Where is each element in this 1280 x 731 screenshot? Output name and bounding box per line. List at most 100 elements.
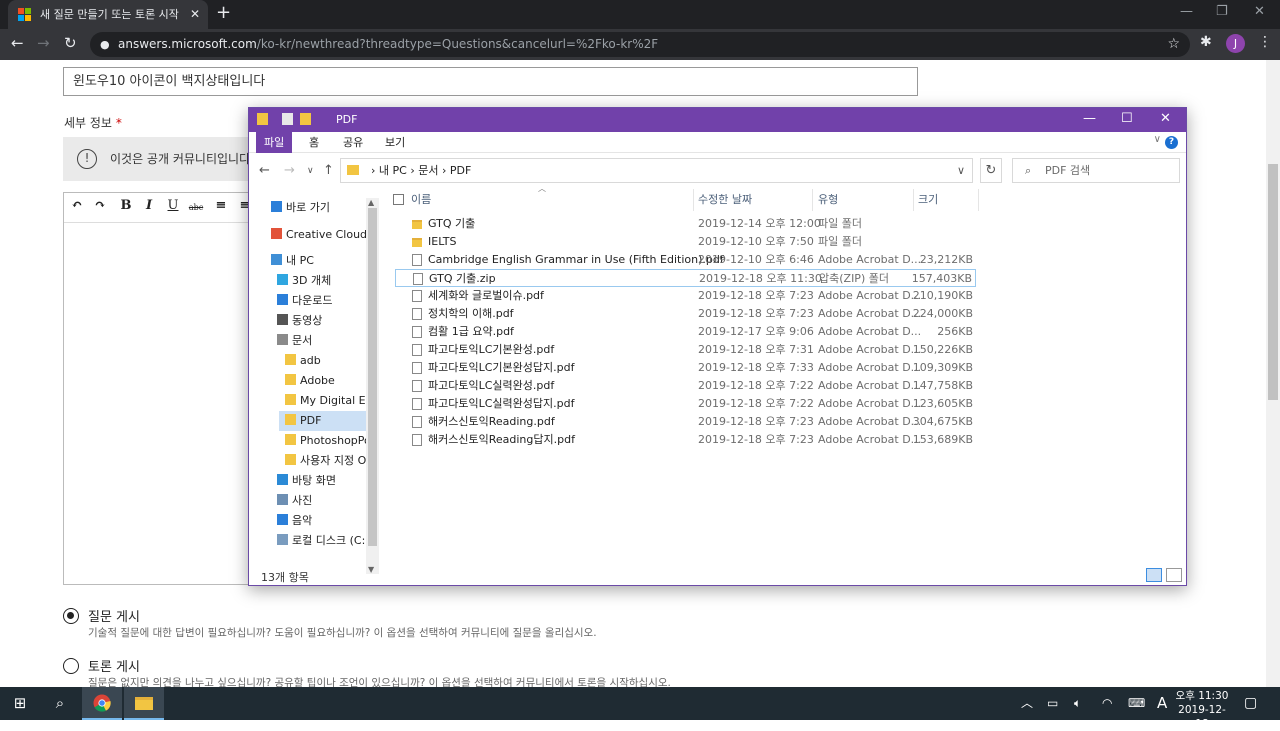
help-icon[interactable]: ? — [1165, 136, 1178, 149]
browser-tab[interactable]: 새 질문 만들기 또는 토론 시작 ✕ — [8, 0, 208, 29]
new-folder-icon[interactable] — [300, 113, 311, 125]
nav-scrollbar[interactable]: ▲ ▼ — [366, 198, 379, 574]
browser-menu-icon[interactable]: ⋮ — [1258, 34, 1272, 50]
page-scroll-thumb[interactable] — [1268, 164, 1278, 400]
recent-locations-icon[interactable]: ∨ — [307, 166, 314, 176]
start-windows-icon[interactable]: ⊞ — [0, 687, 40, 720]
file-row[interactable]: 해커스신토익Reading답지.pdf 2019-12-18 오후 7:23 Ado… — [395, 431, 976, 449]
nav-item[interactable]: 사용자 지정 O — [285, 451, 366, 471]
rich-text-editor[interactable]: ↶ ↷ B I U abc ≡ ≡ — [63, 192, 264, 585]
explorer-search-box[interactable]: ⌕ PDF 검색 — [1012, 158, 1180, 183]
maximize-window-icon[interactable]: ❐ — [1216, 4, 1228, 19]
tab-view[interactable]: 보기 — [377, 132, 413, 153]
post-discussion-radio[interactable] — [63, 658, 79, 674]
column-name[interactable]: 이름 — [411, 189, 431, 211]
nav-item[interactable]: 문서 — [277, 331, 312, 351]
nav-scroll-thumb[interactable] — [368, 208, 377, 546]
file-explorer-taskbar-icon[interactable] — [124, 687, 164, 720]
close-window-icon[interactable]: ✕ — [1254, 4, 1265, 19]
scroll-up-icon[interactable]: ▲ — [368, 198, 374, 207]
underline-button[interactable]: U — [162, 198, 184, 218]
explorer-title-bar[interactable]: PDF — ☐ ✕ — [249, 108, 1186, 132]
network-icon[interactable]: ◠ — [1102, 687, 1112, 720]
file-row[interactable]: 정치학의 이해.pdf 2019-12-18 오후 7:23 Adobe Acrob… — [395, 305, 976, 323]
column-type[interactable]: 유형 — [818, 189, 838, 211]
back-icon[interactable]: ← — [259, 163, 270, 178]
undo-button[interactable]: ↶ — [66, 198, 88, 218]
maximize-icon[interactable]: ☐ — [1121, 111, 1133, 126]
bookmark-star-icon[interactable]: ☆ — [1167, 32, 1180, 57]
nav-item[interactable]: 3D 개체 — [277, 271, 331, 291]
column-date[interactable]: 수정한 날짜 — [698, 189, 752, 211]
italic-button[interactable]: I — [138, 198, 160, 218]
close-icon[interactable]: ✕ — [1160, 111, 1171, 126]
tab-close-icon[interactable]: ✕ — [190, 0, 200, 29]
align-left-button[interactable]: ≡ — [210, 198, 232, 218]
file-row[interactable]: 파고다토익LC기본완성답지.pdf 2019-12-18 오후 7:33 Adobe… — [395, 359, 976, 377]
question-title-input[interactable]: 윈도우10 아이콘이 백지상태입니다 — [63, 67, 918, 96]
minimize-window-icon[interactable]: — — [1180, 4, 1193, 19]
nav-item[interactable]: 로컬 디스크 (C:) — [277, 531, 370, 551]
tab-home[interactable]: 홈 — [301, 132, 327, 153]
extensions-puzzle-icon[interactable]: ✱ — [1200, 34, 1212, 50]
nav-item[interactable]: My Digital Edi — [285, 391, 376, 411]
column-divider[interactable] — [812, 189, 813, 211]
nav-item[interactable]: 다운로드 — [277, 291, 332, 311]
ime-indicator[interactable]: A — [1157, 687, 1167, 720]
bold-button[interactable]: B — [115, 198, 137, 218]
nav-item[interactable]: 동영상 — [277, 311, 322, 331]
new-tab-button[interactable]: + — [216, 2, 231, 23]
up-icon[interactable]: ↑ — [323, 163, 334, 178]
refresh-icon[interactable]: ↻ — [980, 158, 1002, 183]
select-all-checkbox[interactable] — [393, 194, 404, 205]
file-row[interactable]: Cambridge English Grammar in Use (Fifth … — [395, 251, 976, 269]
nav-item[interactable]: Creative Cloud Fi — [271, 225, 379, 245]
search-icon[interactable]: ⌕ — [41, 687, 79, 720]
tab-share[interactable]: 공유 — [335, 132, 371, 153]
breadcrumb-this-pc[interactable]: 내 PC — [379, 164, 407, 177]
volume-icon[interactable]: 🔈︎ — [1074, 687, 1081, 720]
forward-icon[interactable]: → — [37, 34, 50, 52]
file-row[interactable]: 세계화와 글로벌이슈.pdf 2019-12-18 오후 7:23 Adobe Ac… — [395, 287, 976, 305]
file-row[interactable]: 컴활 1급 요약.pdf 2019-12-17 오후 9:06 Adobe Acro… — [395, 323, 976, 341]
battery-icon[interactable]: ▭ — [1047, 687, 1058, 720]
show-hidden-icons-icon[interactable]: ︿ — [1021, 687, 1033, 720]
explorer-address-bar[interactable]: › 내 PC › 문서 › PDF ∨ — [340, 158, 973, 183]
column-divider[interactable] — [913, 189, 914, 211]
reload-icon[interactable]: ↻ — [64, 34, 77, 52]
nav-item[interactable]: 바탕 화면 — [277, 471, 336, 491]
chrome-icon[interactable] — [82, 687, 122, 720]
nav-item[interactable]: 내 PC — [271, 251, 314, 271]
column-divider[interactable] — [978, 189, 979, 211]
file-row[interactable]: 파고다토익LC실력완성답지.pdf 2019-12-18 오후 7:22 Adobe… — [395, 395, 976, 413]
system-clock[interactable]: 오후 11:30 2019-12-18 — [1172, 689, 1232, 731]
page-scrollbar[interactable] — [1266, 60, 1280, 687]
file-row[interactable]: 파고다토익LC기본완성.pdf 2019-12-18 오후 7:31 Adobe A… — [395, 341, 976, 359]
nav-item[interactable]: 사진 — [277, 491, 312, 511]
details-view-icon[interactable] — [1146, 568, 1162, 582]
minimize-icon[interactable]: — — [1083, 111, 1096, 126]
nav-item[interactable]: adb — [285, 351, 321, 371]
ribbon-expand-icon[interactable]: ∨ — [1154, 134, 1161, 145]
tab-file[interactable]: 파일 — [256, 132, 293, 153]
file-row[interactable]: GTQ 기출.zip 2019-12-18 오후 11:30 압축(ZIP) 폴더 1… — [395, 269, 976, 287]
address-bar[interactable]: ● answers.microsoft.com/ko-kr/newthread?… — [90, 32, 1190, 57]
properties-icon[interactable] — [282, 113, 293, 125]
breadcrumb-documents[interactable]: 문서 — [418, 164, 438, 177]
address-dropdown-icon[interactable]: ∨ — [957, 159, 965, 182]
nav-item[interactable]: 바로 가기 — [271, 198, 330, 218]
notifications-icon[interactable]: ▢ — [1244, 687, 1257, 720]
profile-avatar[interactable]: J — [1226, 34, 1245, 53]
file-row[interactable]: GTQ 기출 2019-12-14 오후 12:00 파일 폴더 — [395, 215, 976, 233]
strikethrough-button[interactable]: abc — [185, 198, 207, 218]
breadcrumb-pdf[interactable]: PDF — [450, 164, 471, 177]
redo-button[interactable]: ↷ — [89, 198, 111, 218]
column-divider[interactable] — [693, 189, 694, 211]
nav-item[interactable]: PDF — [279, 411, 367, 431]
column-size[interactable]: 크기 — [918, 189, 938, 211]
nav-item[interactable]: 음악 — [277, 511, 312, 531]
large-icons-view-icon[interactable] — [1166, 568, 1182, 582]
back-icon[interactable]: ← — [11, 34, 24, 52]
file-row[interactable]: 해커스신토익Reading.pdf 2019-12-18 오후 7:23 Adobe… — [395, 413, 976, 431]
file-row[interactable]: 파고다토익LC실력완성.pdf 2019-12-18 오후 7:22 Adobe A… — [395, 377, 976, 395]
